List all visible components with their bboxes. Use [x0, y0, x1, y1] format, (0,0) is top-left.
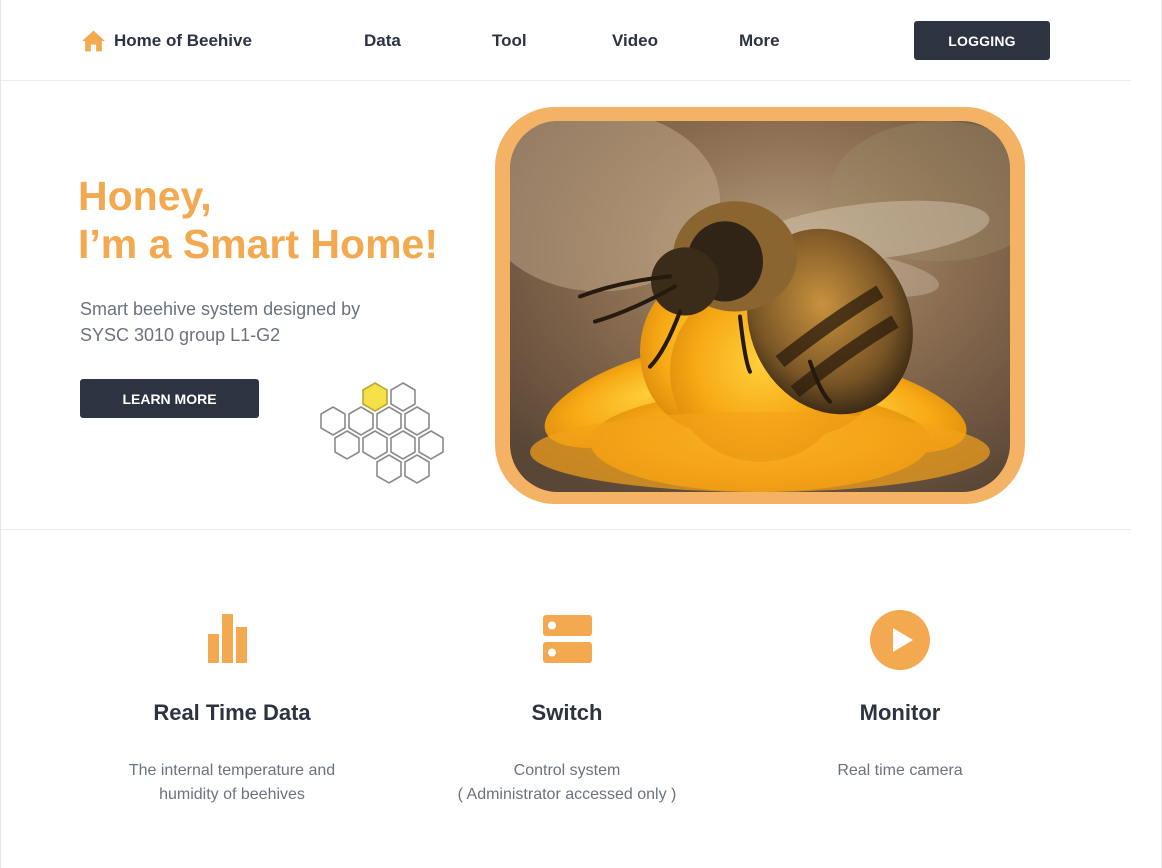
bee-on-flower-photo	[510, 121, 1010, 492]
learn-more-button[interactable]: LEARN MORE	[80, 379, 259, 418]
nav-link-tool[interactable]: Tool	[492, 31, 527, 51]
hero-section: Honey, I’m a Smart Home! Smart beehive s…	[1, 82, 1131, 530]
play-icon	[870, 610, 930, 670]
hero-title-line1: Honey,	[78, 173, 212, 219]
bar-chart-icon	[208, 614, 247, 663]
feature-description-line2: ( Administrator accessed only )	[457, 786, 677, 803]
feature-description: Real time camera	[750, 759, 1050, 783]
feature-description-line1: Control system	[513, 762, 621, 779]
feature-description-line1: The internal temperature and	[128, 762, 336, 779]
hero-title: Honey, I’m a Smart Home!	[78, 172, 438, 268]
top-nav-bar: Home of Beehive Data Tool Video More LOG…	[1, 0, 1131, 81]
honeycomb-icon	[320, 382, 444, 484]
hero-image-frame	[495, 107, 1025, 504]
nav-link-more[interactable]: More	[739, 31, 780, 51]
nav-link-video[interactable]: Video	[612, 31, 658, 51]
feature-description-line1: Real time camera	[837, 762, 963, 779]
feature-description: Control system ( Administrator accessed …	[417, 759, 717, 807]
feature-description-line2: humidity of beehives	[159, 786, 305, 803]
server-icon	[543, 615, 592, 663]
feature-description: The internal temperature and humidity of…	[82, 759, 382, 807]
hero-title-line2: I’m a Smart Home!	[78, 221, 438, 267]
hero-subtitle-line2: SYSC 3010 group L1-G2	[80, 325, 281, 345]
feature-title: Monitor	[859, 700, 941, 725]
home-icon	[82, 30, 105, 52]
hero-subtitle-line1: Smart beehive system designed by	[80, 299, 361, 319]
brand-link[interactable]: Home of Beehive	[81, 29, 252, 53]
brand-name: Home of Beehive	[114, 31, 252, 50]
nav-link-data[interactable]: Data	[364, 31, 401, 51]
feature-title: Switch	[531, 700, 603, 725]
logging-button[interactable]: LOGGING	[914, 21, 1050, 60]
feature-title: Real Time Data	[153, 700, 311, 725]
hero-subtitle: Smart beehive system designed by SYSC 30…	[80, 296, 400, 348]
page: Home of Beehive Data Tool Video More LOG…	[0, 0, 1162, 868]
